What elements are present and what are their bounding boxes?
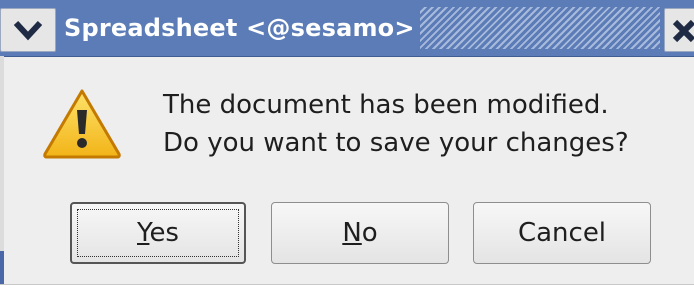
close-button[interactable] <box>664 8 694 52</box>
message-line-1: The document has been modified. <box>163 90 609 120</box>
window-title: Spreadsheet <@sesamo> <box>64 14 415 42</box>
close-icon <box>672 19 694 43</box>
dialog-message: The document has been modified. Do you w… <box>163 86 629 162</box>
no-label-rest: o <box>361 218 378 248</box>
window-menu-button[interactable] <box>0 8 56 52</box>
yes-mnemonic: Y <box>137 218 150 248</box>
no-button-label: No <box>342 218 377 248</box>
window-frame-accent <box>0 251 4 285</box>
yes-button[interactable]: Yes <box>70 202 246 264</box>
yes-label-rest: es <box>149 218 179 248</box>
yes-button-label: Yes <box>137 218 179 248</box>
title-bar[interactable]: Spreadsheet <@sesamo> <box>0 0 694 57</box>
no-mnemonic: N <box>342 218 362 248</box>
save-changes-dialog: Spreadsheet <@sesamo> The document has b… <box>0 0 694 293</box>
message-line-2: Do you want to save your changes? <box>163 128 629 158</box>
no-button[interactable]: No <box>271 202 449 264</box>
chevron-down-icon <box>13 20 43 41</box>
window-bottom-margin <box>0 285 694 293</box>
cancel-button-label: Cancel <box>517 218 607 248</box>
cancel-button[interactable]: Cancel <box>473 202 651 264</box>
warning-icon <box>43 89 121 159</box>
title-bar-hatch <box>420 7 660 49</box>
